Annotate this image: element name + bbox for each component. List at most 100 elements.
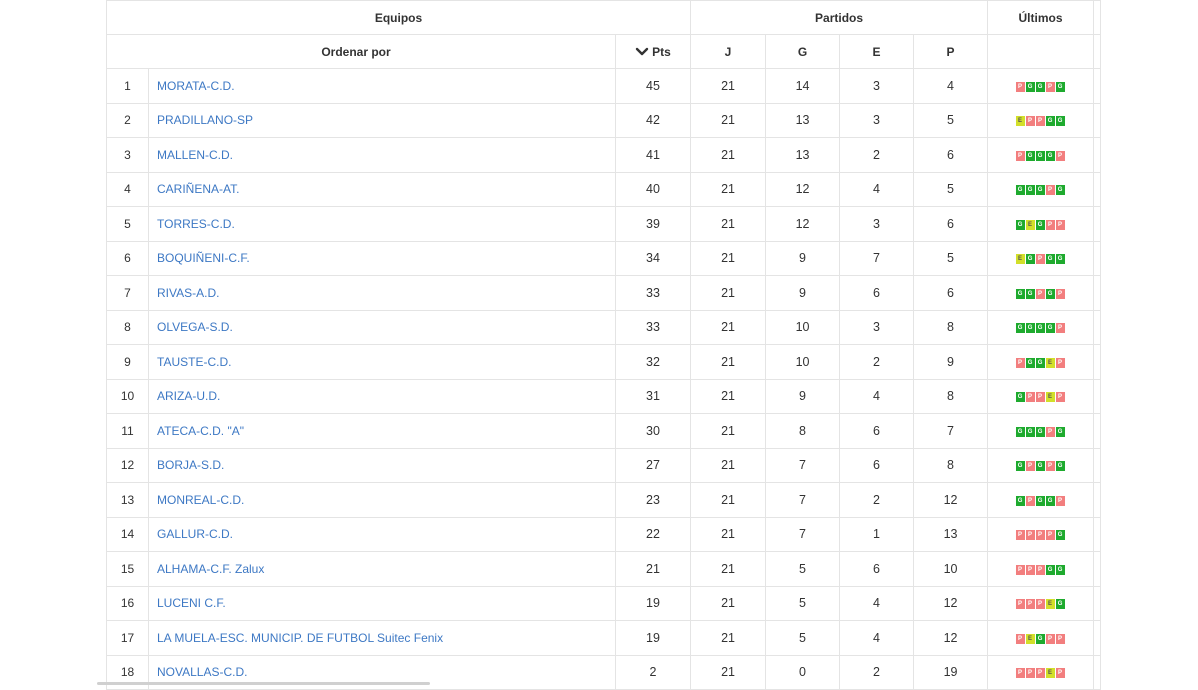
- row-spacer: [1093, 620, 1102, 656]
- table-row[interactable]: 6 BOQUIÑENI-C.F. 34 21 9 7 5 E G P G G: [106, 240, 1102, 276]
- table-row[interactable]: 8 OLVEGA-S.D. 33 21 10 3 8 G G G G P: [106, 309, 1102, 345]
- drawn-cell: 2: [839, 482, 915, 518]
- team-link[interactable]: PRADILLANO-SP: [148, 102, 616, 138]
- form-badge: E: [1045, 668, 1055, 679]
- form-badge: P: [1045, 81, 1055, 92]
- position-cell: 14: [106, 516, 149, 552]
- row-spacer: [1093, 275, 1102, 311]
- recent-form: PGGGP: [987, 137, 1095, 173]
- team-link[interactable]: RIVAS-A.D.: [148, 275, 616, 311]
- won-cell: 12: [765, 206, 841, 242]
- points-cell: 21: [614, 551, 692, 587]
- form-badge: P: [1045, 219, 1055, 230]
- team-link[interactable]: MALLEN-C.D.: [148, 137, 616, 173]
- col-p-header[interactable]: P: [913, 34, 989, 69]
- form-badge: E: [1015, 116, 1025, 127]
- team-link[interactable]: MONREAL-C.D.: [148, 482, 616, 518]
- form-badge: G: [1055, 564, 1065, 575]
- form-badge: G: [1025, 288, 1035, 299]
- header-group-row: Equipos Partidos Últimos: [105, 0, 1102, 35]
- form-badge: P: [1025, 116, 1035, 127]
- team-link[interactable]: BORJA-S.D.: [148, 447, 616, 483]
- table-row[interactable]: 1 MORATA-C.D. 45 21 14 3 4 P G G P G: [106, 68, 1102, 104]
- points-cell: 39: [614, 206, 692, 242]
- position-cell: 15: [106, 551, 149, 587]
- team-link[interactable]: GALLUR-C.D.: [148, 516, 616, 552]
- position-cell: 13: [106, 482, 149, 518]
- table-row[interactable]: 15 ALHAMA-C.F. Zalux 21 21 5 6 10 P P P G G: [106, 551, 1102, 587]
- form-badge: P: [1025, 392, 1035, 403]
- table-row[interactable]: 16 LUCENI C.F. 19 21 5 4 12 P P P E G: [106, 585, 1102, 621]
- lost-cell: 6: [913, 137, 989, 173]
- won-cell: 9: [765, 275, 841, 311]
- lost-cell: 6: [913, 206, 989, 242]
- table-row[interactable]: 9 TAUSTE-C.D. 32 21 10 2 9 P G G E P: [106, 344, 1102, 380]
- team-link[interactable]: ARIZA-U.D.: [148, 378, 616, 414]
- table-row[interactable]: 13 MONREAL-C.D. 23 21 7 2 12 G P G G P: [106, 482, 1102, 518]
- col-e-header[interactable]: E: [839, 34, 915, 69]
- form-badge: P: [1035, 564, 1045, 575]
- team-link[interactable]: OLVEGA-S.D.: [148, 309, 616, 345]
- table-row[interactable]: 11 ATECA-C.D. "A" 30 21 8 6 7 G G G P G: [106, 413, 1102, 449]
- table-row[interactable]: 17 LA MUELA-ESC. MUNICIP. DE FUTBOL Suite…: [106, 620, 1102, 656]
- form-badge: G: [1015, 426, 1025, 437]
- points-cell: 45: [614, 68, 692, 104]
- drawn-cell: 1: [839, 516, 915, 552]
- team-link[interactable]: TAUSTE-C.D.: [148, 344, 616, 380]
- position-cell: 1: [106, 68, 149, 104]
- drawn-cell: 3: [839, 206, 915, 242]
- form-badge: E: [1045, 392, 1055, 403]
- form-badge: G: [1015, 219, 1025, 230]
- recent-form: GPGPG: [987, 447, 1095, 483]
- recent-form: GGGPG: [987, 413, 1095, 449]
- position-cell: 11: [106, 413, 149, 449]
- team-link[interactable]: MORATA-C.D.: [148, 68, 616, 104]
- points-cell: 34: [614, 240, 692, 276]
- lost-cell: 8: [913, 309, 989, 345]
- lost-cell: 8: [913, 447, 989, 483]
- form-badge: P: [1055, 219, 1065, 230]
- points-cell: 19: [614, 620, 692, 656]
- played-cell: 21: [690, 240, 767, 276]
- table-row[interactable]: 4 CARIÑENA-AT. 40 21 12 4 5 G G G P G: [106, 171, 1102, 207]
- won-cell: 8: [765, 413, 841, 449]
- recent-form: PPPPG: [987, 516, 1095, 552]
- table-row[interactable]: 14 GALLUR-C.D. 22 21 7 1 13 P P P P G: [106, 516, 1102, 552]
- form-badge: P: [1055, 495, 1065, 506]
- table-row[interactable]: 10 ARIZA-U.D. 31 21 9 4 8 G P P E P: [106, 378, 1102, 414]
- form-badge: P: [1015, 530, 1025, 541]
- form-badge: P: [1035, 530, 1045, 541]
- col-g-header[interactable]: G: [765, 34, 841, 69]
- team-link[interactable]: BOQUIÑENI-C.F.: [148, 240, 616, 276]
- row-spacer: [1093, 137, 1102, 173]
- team-link[interactable]: TORRES-C.D.: [148, 206, 616, 242]
- col-j-header[interactable]: J: [690, 34, 767, 69]
- table-row[interactable]: 5 TORRES-C.D. 39 21 12 3 6 G E G P P: [106, 206, 1102, 242]
- recent-form: GGGGP: [987, 309, 1095, 345]
- table-row[interactable]: 2 PRADILLANO-SP 42 21 13 3 5 E P P G G: [106, 102, 1102, 138]
- drawn-cell: 3: [839, 102, 915, 138]
- form-badge: P: [1015, 81, 1025, 92]
- pts-column-label: Pts: [652, 44, 671, 59]
- form-badge: G: [1055, 530, 1065, 541]
- team-link[interactable]: CARIÑENA-AT.: [148, 171, 616, 207]
- table-row[interactable]: 12 BORJA-S.D. 27 21 7 6 8 G P G P G: [106, 447, 1102, 483]
- form-badge: P: [1045, 633, 1055, 644]
- form-badge: P: [1035, 599, 1045, 610]
- table-row[interactable]: 3 MALLEN-C.D. 41 21 13 2 6 P G G G P: [106, 137, 1102, 173]
- position-cell: 2: [106, 102, 149, 138]
- drawn-cell: 4: [839, 378, 915, 414]
- played-cell: 21: [690, 309, 767, 345]
- table-row[interactable]: 7 RIVAS-A.D. 33 21 9 6 6 G G P G P: [106, 275, 1102, 311]
- team-link[interactable]: LA MUELA-ESC. MUNICIP. DE FUTBOL Suitec …: [148, 620, 616, 656]
- team-link[interactable]: ATECA-C.D. "A": [148, 413, 616, 449]
- won-cell: 9: [765, 240, 841, 276]
- recent-form: PGGEP: [987, 344, 1095, 380]
- row-spacer: [1093, 344, 1102, 380]
- team-link[interactable]: LUCENI C.F.: [148, 585, 616, 621]
- form-badge: E: [1045, 599, 1055, 610]
- team-link[interactable]: ALHAMA-C.F. Zalux: [148, 551, 616, 587]
- row-spacer: [1093, 654, 1102, 690]
- lost-cell: 5: [913, 240, 989, 276]
- sort-by-pts-button[interactable]: Pts: [614, 34, 692, 69]
